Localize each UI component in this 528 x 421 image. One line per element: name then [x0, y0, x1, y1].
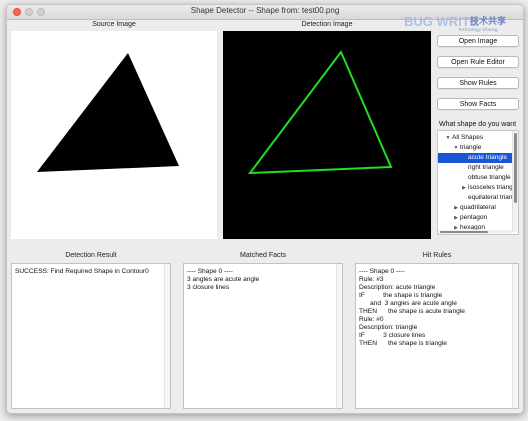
app-window: Shape Detector -- Shape from: test00.png… — [6, 4, 524, 414]
hit-rule-line: Description: acute triangle — [359, 284, 436, 291]
matched-fact-line: 3 closure lines — [187, 284, 230, 291]
hit-rules-scrollbar[interactable] — [512, 264, 518, 408]
hit-rule-line: Description: triangle — [359, 324, 418, 331]
hit-rule-line: Rule: #3 — [359, 276, 384, 283]
hit-rule-line: and 3 angles are acute angle — [359, 300, 457, 307]
tree-item[interactable]: ▶ pentagon — [438, 213, 518, 223]
tree-item[interactable]: ▼ triangle — [438, 143, 518, 153]
disclosure-collapsed-icon[interactable]: ▶ — [452, 213, 460, 223]
disclosure-collapsed-icon[interactable]: ▶ — [460, 183, 468, 193]
tree-item-label: pentagon — [460, 214, 488, 221]
tree-item-label: quadrilateral — [460, 204, 496, 211]
detection-image-label: Detection Image — [301, 21, 353, 28]
matched-facts-scrollbar[interactable] — [336, 264, 342, 408]
shape-tree[interactable]: ▼ All Shapes ▼ triangle acute triangle right … — [437, 130, 519, 235]
disclosure-expanded-icon[interactable]: ▼ — [444, 133, 452, 143]
open-rule-editor-button[interactable]: Open Rule Editor — [437, 56, 519, 68]
source-image — [11, 31, 217, 239]
disclosure-collapsed-icon[interactable]: ▶ — [452, 203, 460, 213]
tree-item-label: obtuse triangle — [468, 174, 511, 181]
disclosure-expanded-icon[interactable]: ▼ — [452, 143, 460, 153]
hit-rule-line: Rule: #0 — [359, 316, 384, 323]
tree-item-label: All Shapes — [452, 134, 484, 141]
detection-result-scrollbar[interactable] — [164, 264, 170, 408]
tree-item[interactable]: right triangle — [438, 163, 518, 173]
hit-rule-line: THEN the shape is triangle — [359, 340, 447, 347]
detected-triangle-outline — [247, 50, 393, 175]
watermark-text: 技术共享 — [470, 15, 506, 27]
show-rules-button[interactable]: Show Rules — [437, 77, 519, 89]
tree-item[interactable]: ▶ quadrilateral — [438, 203, 518, 213]
detection-result-label: Detection Result — [65, 252, 117, 259]
hit-rule-line: THEN the shape is acute triangle — [359, 308, 465, 315]
matched-fact-line: 3 angles are acute angle — [187, 276, 260, 283]
tree-item-label: isosceles triangle — [468, 184, 518, 191]
hit-rules-label: Hit Rules — [422, 252, 452, 259]
detection-result-text[interactable]: SUCCESS: Find Required Shape in Contour0 — [11, 263, 171, 409]
hit-rule-line: IF 3 closure lines — [359, 332, 426, 339]
tree-item[interactable]: ▼ All Shapes — [438, 133, 518, 143]
tree-item[interactable]: ▶ isosceles triangle — [438, 183, 518, 193]
matched-facts-label: Matched Facts — [240, 252, 286, 259]
watermark: BUG WRITE 技术共享 Technology Sharing — [402, 12, 524, 32]
source-triangle — [37, 53, 179, 172]
tree-item-label: right triangle — [468, 164, 504, 171]
detection-result-line: SUCCESS: Find Required Shape in Contour0 — [15, 268, 149, 275]
matched-facts-text[interactable]: ---- Shape 0 ---- 3 angles are acute angl… — [183, 263, 343, 409]
show-facts-button[interactable]: Show Facts — [437, 98, 519, 110]
tree-item[interactable]: obtuse triangle — [438, 173, 518, 183]
shape-question-label: What shape do you want — [439, 121, 517, 128]
hit-rule-line: IF the shape is triangle — [359, 292, 443, 299]
matched-fact-line: ---- Shape 0 ---- — [187, 268, 233, 275]
detection-image — [223, 31, 431, 239]
tree-item-label: triangle — [460, 144, 482, 151]
tree-item[interactable]: acute triangle — [438, 153, 518, 163]
open-image-button[interactable]: Open Image — [437, 35, 519, 47]
watermark-subtext: Technology Sharing — [458, 27, 498, 32]
source-image-label: Source Image — [92, 21, 136, 28]
tree-item-label: acute triangle — [468, 154, 508, 161]
hit-rules-text[interactable]: ---- Shape 0 ---- Rule: #3 Description: ac… — [355, 263, 519, 409]
tree-horizontal-scrollbar[interactable] — [438, 230, 512, 234]
tree-item[interactable]: equilateral triangle — [438, 193, 518, 203]
hit-rule-line: ---- Shape 0 ---- — [359, 268, 405, 275]
tree-vertical-scrollbar[interactable] — [512, 131, 518, 232]
